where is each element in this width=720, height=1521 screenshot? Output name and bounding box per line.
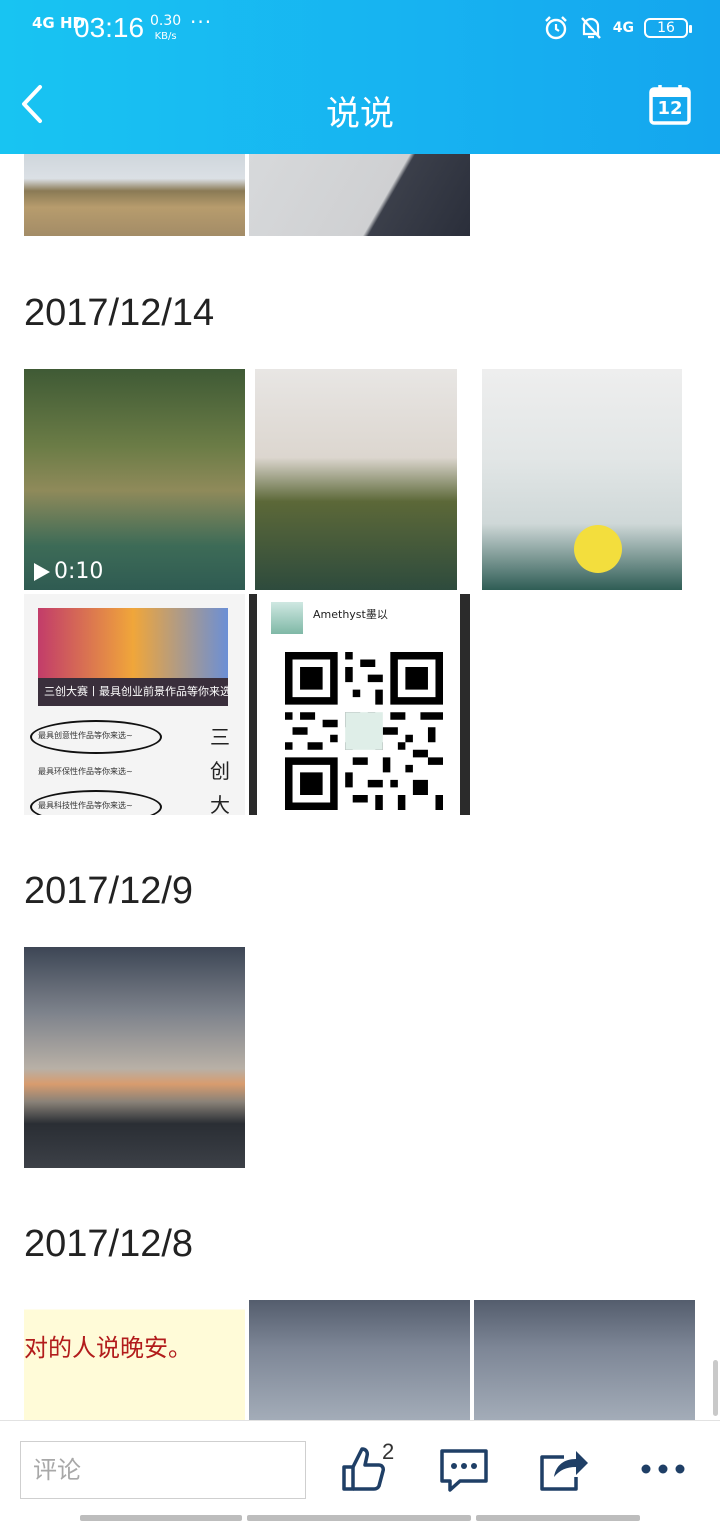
photo-thumbnail[interactable]: [24, 947, 245, 1168]
play-icon: [34, 562, 50, 581]
network-speed: 0.30 KB/s: [150, 14, 181, 44]
more-dots-icon: [641, 1464, 685, 1474]
alarm-icon: [544, 16, 567, 40]
photo-caption-text: 对的人说晚安。: [24, 1334, 192, 1362]
poster-vertical-char: 大: [210, 793, 230, 815]
poster-title: 三创大赛丨最具创业前景作品等你来选: [38, 678, 228, 706]
app-header: 4G HD 03:16 0.30 KB/s ··· 4G 16 说说 12: [0, 0, 720, 154]
poster-line: 最具创意性作品等你来选~: [38, 731, 133, 740]
poster-banner: [38, 608, 228, 678]
date-heading: 2017/12/8: [24, 1223, 194, 1265]
photo-thumbnail[interactable]: [24, 154, 245, 236]
like-count: 2: [382, 1439, 395, 1464]
video-duration-label: 0:10: [54, 559, 104, 584]
photo-thumbnail[interactable]: [249, 154, 470, 236]
status-icons: 4G 16: [543, 14, 692, 42]
scrollbar[interactable]: [713, 1360, 718, 1416]
qr-code-icon: [285, 652, 443, 810]
calendar-button[interactable]: 12: [648, 82, 692, 126]
date-heading: 2017/12/14: [24, 292, 215, 334]
comment-bubble-icon: [440, 1449, 488, 1492]
photo-strip-edge: [80, 1515, 242, 1521]
date-heading: 2017/12/9: [24, 870, 194, 912]
photo-thumbnail[interactable]: [474, 369, 682, 590]
share-button[interactable]: [536, 1441, 592, 1497]
more-notifications-icon: ···: [190, 10, 213, 34]
photo-strip-edge: [476, 1515, 640, 1521]
bottom-action-bar: 评论 2: [0, 1420, 720, 1521]
video-thumbnail[interactable]: 0:10: [24, 369, 245, 590]
photo-thumbnail[interactable]: [249, 369, 457, 590]
more-button[interactable]: [636, 1441, 692, 1497]
status-bar: 4G HD 03:16 0.30 KB/s ··· 4G 16: [0, 0, 720, 56]
clock: 03:16: [74, 12, 145, 43]
photo-strip-edge: [247, 1515, 471, 1521]
poster-line: 最具科技性作品等你来选~: [38, 801, 133, 810]
qr-owner-name: Amethyst墨以: [313, 608, 388, 621]
battery-icon: 16: [644, 18, 692, 38]
video-duration: 0:10: [34, 559, 103, 584]
poster-vertical-char: 创: [210, 759, 230, 783]
comment-button[interactable]: [436, 1441, 492, 1497]
speed-unit: KB/s: [154, 31, 177, 42]
mobile-data-indicator: 4G: [612, 20, 634, 36]
photo-thumbnail[interactable]: [474, 1300, 695, 1420]
poster-line: 最具环保性作品等你来选~: [38, 767, 133, 776]
page-title: 说说: [326, 94, 394, 134]
poster-thumbnail[interactable]: 三创大赛丨最具创业前景作品等你来选 最具创意性作品等你来选~ 最具环保性作品等你…: [24, 594, 245, 815]
calendar-day: 12: [657, 98, 683, 119]
photo-thumbnail[interactable]: 对的人说晚安。: [24, 1300, 245, 1420]
avatar: [271, 602, 303, 634]
poster-vertical-char: 三: [210, 725, 230, 749]
comment-input[interactable]: 评论: [20, 1441, 306, 1499]
poster-vertical-text: 三 创 大: [209, 720, 231, 815]
mute-bell-icon: [580, 17, 601, 39]
photo-thumbnail[interactable]: [249, 1300, 470, 1420]
share-arrow-icon: [540, 1451, 588, 1491]
qr-code-thumbnail[interactable]: Amethyst墨以: [249, 594, 470, 815]
speed-value: 0.30: [150, 13, 182, 29]
badge-shape: [574, 525, 622, 573]
